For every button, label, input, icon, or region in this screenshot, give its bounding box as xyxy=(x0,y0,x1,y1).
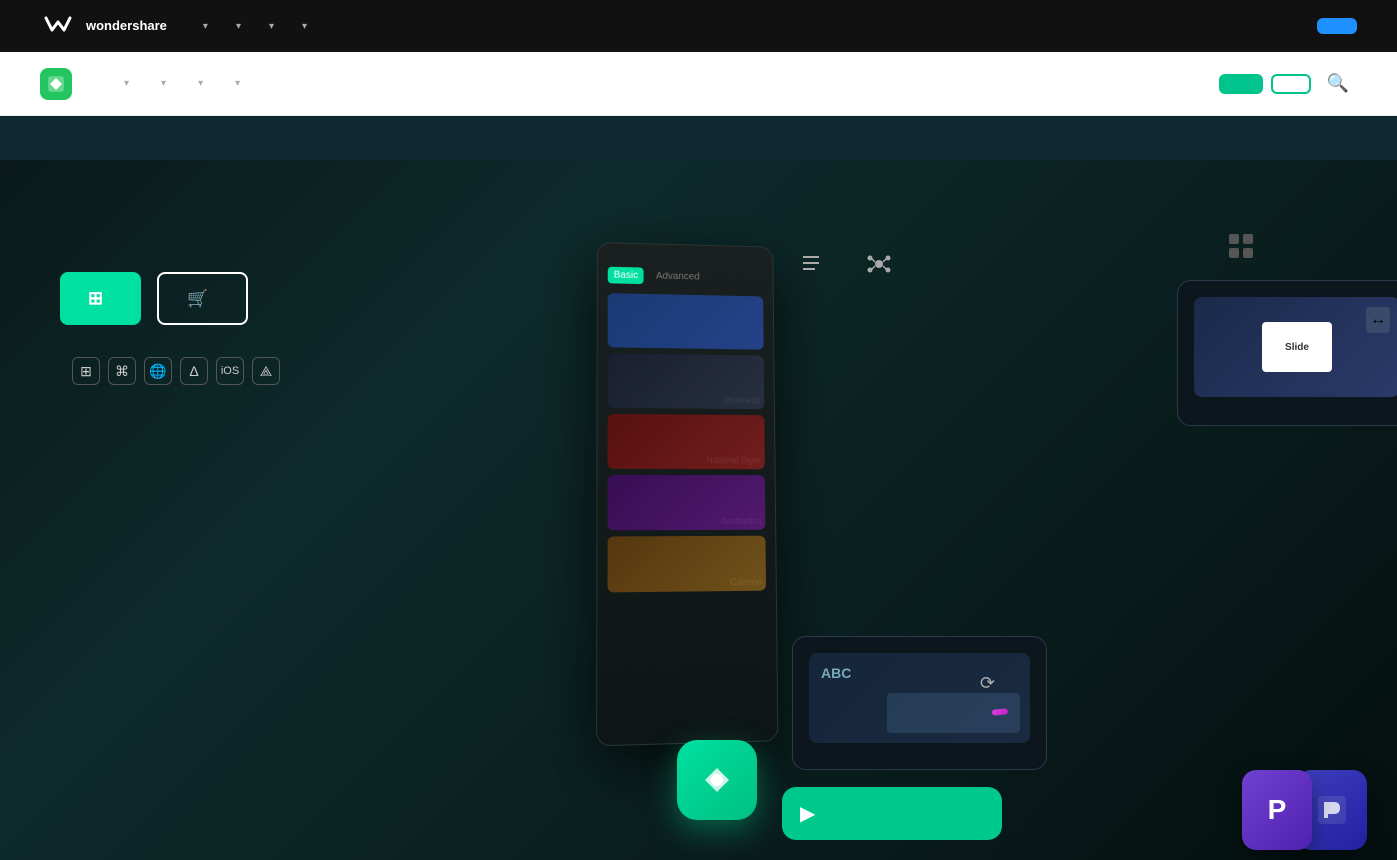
slide-thumb-5[interactable]: Cartoon xyxy=(608,536,766,593)
edrawmind-icon xyxy=(40,68,72,100)
platform-icons: ⊞ ⌘ 🌐 Δ iOS ⟁ xyxy=(72,357,280,385)
windows-icon: ⊞ xyxy=(88,288,103,309)
powerpoint-icon: P xyxy=(1242,770,1312,850)
immediate-icon: ▶ xyxy=(800,801,815,826)
edrawmind-logo[interactable] xyxy=(40,68,80,100)
macos-platform-icon: ⌘ xyxy=(108,357,136,385)
chevron-down-icon: ▾ xyxy=(124,78,129,89)
hero-buttons: ⊞ 🛒 xyxy=(60,272,292,325)
tab-basic[interactable]: Basic xyxy=(608,267,644,284)
transform-ppt-card: Slide ↔ xyxy=(1177,280,1397,426)
sign-in-button[interactable] xyxy=(1317,18,1357,34)
nav-pricing[interactable] xyxy=(256,76,280,92)
slide-style-title xyxy=(608,259,763,263)
workspace-button[interactable] xyxy=(1271,74,1311,94)
wondershare-logo[interactable]: wondershare xyxy=(40,8,167,44)
tab-advanced[interactable]: Advanced xyxy=(650,268,706,286)
nav-pdf-solutions[interactable]: ▾ xyxy=(265,21,274,32)
cart-icon: 🛒 xyxy=(187,289,208,309)
ppt-icons-group: P xyxy=(1257,770,1367,850)
nav-data-management[interactable]: ▾ xyxy=(298,21,307,32)
nav-diagram-graphics[interactable]: ▾ xyxy=(232,21,241,32)
chevron-down-icon: ▾ xyxy=(161,78,166,89)
mindmap-icon xyxy=(865,250,893,285)
chevron-down-icon: ▾ xyxy=(236,21,241,32)
windows-platform-icon: ⊞ xyxy=(72,357,100,385)
slide-thumb-1[interactable] xyxy=(608,293,764,350)
chevron-down-icon: ▾ xyxy=(302,21,307,32)
secondary-navigation: ▾ ▾ ▾ ▾ 🔍 xyxy=(0,52,1397,116)
top-navigation: wondershare ▾ ▾ ▾ ▾ xyxy=(0,0,1397,52)
second-nav-links: ▾ ▾ ▾ ▾ xyxy=(108,70,1211,97)
outline-icon xyxy=(797,250,825,285)
outline-icon-card[interactable] xyxy=(797,250,825,291)
web-platform-icon: 🌐 xyxy=(144,357,172,385)
slide-tab-row: Basic Advanced xyxy=(608,267,763,287)
available-for-section: ⊞ ⌘ 🌐 Δ iOS ⟁ xyxy=(60,357,292,385)
slide-style-panel: Basic Advanced Business National Style A… xyxy=(596,242,778,746)
chevron-down-icon: ▾ xyxy=(269,21,274,32)
breadcrumb xyxy=(60,220,292,236)
chevron-down-icon: ▾ xyxy=(203,21,208,32)
nav-resources[interactable]: ▾ xyxy=(182,70,215,97)
nav-solution[interactable]: ▾ xyxy=(145,70,178,97)
signage-area xyxy=(1225,230,1257,273)
wondershare-name: wondershare xyxy=(86,19,167,33)
ai-ppt-card: ABC ⟳ xyxy=(792,636,1047,770)
top-nav-links: ▾ ▾ ▾ ▾ xyxy=(199,21,1285,32)
hero-section: ⊞ 🛒 ⊞ ⌘ 🌐 Δ iOS ⟁ xyxy=(0,160,1397,860)
search-icon: 🔍 xyxy=(1327,73,1349,93)
download-button[interactable] xyxy=(1219,74,1263,94)
chevron-down-icon: ▾ xyxy=(198,78,203,89)
hero-content: ⊞ 🛒 ⊞ ⌘ 🌐 Δ iOS ⟁ xyxy=(60,220,292,385)
announcement-bar xyxy=(0,116,1397,160)
free-download-button[interactable]: ⊞ xyxy=(60,272,141,325)
floating-edrawmind-logo xyxy=(677,740,757,820)
search-button[interactable]: 🔍 xyxy=(1319,65,1357,102)
linux-platform-icon: Δ xyxy=(180,357,208,385)
android-platform-icon: ⟁ xyxy=(252,357,280,385)
mindmap-icon-card[interactable] xyxy=(865,250,893,291)
hero-visual: Basic Advanced Business National Style A… xyxy=(597,220,1397,860)
slide-thumb-3[interactable]: National Style xyxy=(608,414,765,469)
slide-thumb-4[interactable]: Aesthetics xyxy=(608,475,766,530)
immediate-experience-card[interactable]: ▶ xyxy=(782,787,1002,840)
signage-icon xyxy=(1225,230,1257,267)
nav-support-edraw[interactable]: ▾ xyxy=(219,70,252,97)
slide-thumb-2[interactable]: Business xyxy=(608,353,765,409)
nav-products[interactable]: ▾ xyxy=(108,70,141,97)
nav-video-creativity[interactable]: ▾ xyxy=(199,21,208,32)
nav-icons-mid xyxy=(797,250,893,291)
ai-ppt-preview: ABC ⟳ xyxy=(809,653,1030,743)
chevron-down-icon: ▾ xyxy=(235,78,240,89)
buy-now-button[interactable]: 🛒 xyxy=(157,272,248,325)
transform-preview: Slide ↔ xyxy=(1194,297,1397,397)
ios-platform-icon: iOS xyxy=(216,357,244,385)
